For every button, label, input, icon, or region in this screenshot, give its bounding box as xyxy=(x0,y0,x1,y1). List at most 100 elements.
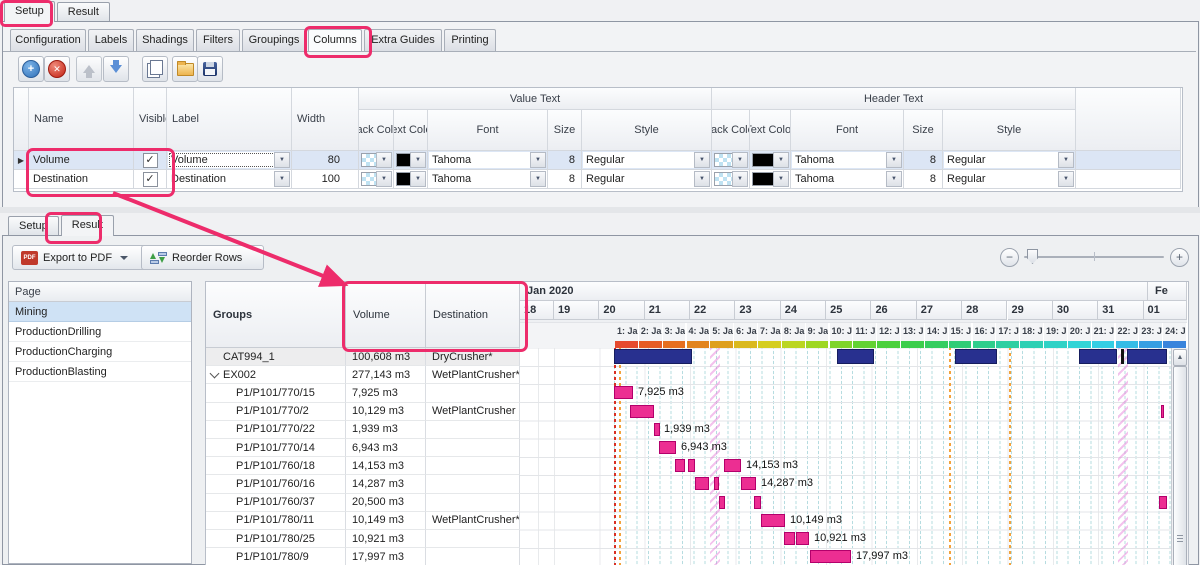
column-header-destination[interactable]: Destination xyxy=(426,282,520,348)
header-text-color-swatch[interactable] xyxy=(752,172,774,186)
column-header-back-color-value-text[interactable]: Back Color xyxy=(359,110,394,151)
header-back-color-swatch[interactable] xyxy=(714,153,733,167)
value-text-color-dropdown-button[interactable]: ▼ xyxy=(410,171,426,187)
gantt-bar[interactable] xyxy=(837,349,874,364)
gantt-bar[interactable] xyxy=(754,496,761,509)
header-font-dropdown-button[interactable]: ▼ xyxy=(886,152,902,168)
header-text-color-dropdown-button[interactable]: ▼ xyxy=(773,171,789,187)
gantt-bar[interactable] xyxy=(695,477,709,490)
gantt-bar[interactable] xyxy=(1079,349,1117,364)
group-cell-p1-p101-770-15[interactable]: P1/P101/770/15 xyxy=(206,384,346,402)
value-style-dropdown-button[interactable]: ▼ xyxy=(694,171,710,187)
open-button[interactable] xyxy=(172,56,198,82)
header-size-value[interactable]: 8 xyxy=(930,154,936,166)
subtab-configuration[interactable]: Configuration xyxy=(10,29,86,51)
setup-grid-row-destination[interactable]: Destination✓Destination▼100▼▼Tahoma▼8Reg… xyxy=(14,170,1181,189)
header-back-color-dropdown-button[interactable]: ▼ xyxy=(732,171,748,187)
header-size-value[interactable]: 8 xyxy=(930,173,936,185)
value-back-color-swatch[interactable] xyxy=(361,153,377,167)
gantt-bar[interactable] xyxy=(659,441,676,454)
column-header-size-header-text[interactable]: Size xyxy=(904,110,943,151)
value-font-editor[interactable]: Tahoma xyxy=(429,171,532,187)
group-cell-p1-p101-770-2[interactable]: P1/P101/770/2 xyxy=(206,403,346,421)
value-font-dropdown-button[interactable]: ▼ xyxy=(530,152,546,168)
column-header-style-header-text[interactable]: Style xyxy=(943,110,1076,151)
subtab-columns[interactable]: Columns xyxy=(308,29,362,51)
label-dropdown-button[interactable]: ▼ xyxy=(274,152,290,168)
gantt-bar[interactable] xyxy=(1159,496,1167,509)
visible-checkbox[interactable]: ✓ xyxy=(143,153,158,168)
gantt-bar[interactable] xyxy=(796,532,809,545)
value-size-value[interactable]: 8 xyxy=(569,154,575,166)
column-header-text-color-value-text[interactable]: Text Color xyxy=(394,110,428,151)
header-font-editor[interactable]: Tahoma xyxy=(792,152,888,168)
gantt-bar[interactable] xyxy=(1127,349,1167,364)
gantt-bar[interactable] xyxy=(675,459,685,472)
value-size-value[interactable]: 8 xyxy=(569,173,575,185)
zoom-out-button[interactable]: − xyxy=(1000,248,1019,267)
column-header-width[interactable]: Width xyxy=(292,88,359,151)
scrollbar-up-button[interactable]: ▲ xyxy=(1173,349,1187,366)
export-to-pdf-button[interactable]: PDF Export to PDF xyxy=(12,245,152,270)
gantt-bar[interactable] xyxy=(1161,405,1164,418)
group-cell-cat994-1[interactable]: CAT994_1 xyxy=(206,348,346,366)
scrollbar-thumb[interactable] xyxy=(1173,366,1187,565)
gantt-bar[interactable] xyxy=(688,459,695,472)
expander-icon[interactable] xyxy=(210,368,220,378)
header-style-dropdown-button[interactable]: ▼ xyxy=(1058,152,1074,168)
column-header-text-color-header-text[interactable]: Text Color xyxy=(750,110,791,151)
header-text-color-swatch[interactable] xyxy=(752,153,774,167)
value-font-dropdown-button[interactable]: ▼ xyxy=(530,171,546,187)
gantt-bar[interactable] xyxy=(741,477,756,490)
value-font-editor[interactable]: Tahoma xyxy=(429,152,532,168)
value-style-editor[interactable]: Regular xyxy=(583,171,696,187)
vertical-scrollbar[interactable]: ▲ xyxy=(1171,348,1188,565)
subtab-printing[interactable]: Printing xyxy=(444,29,496,51)
group-cell-p1-p101-770-14[interactable]: P1/P101/770/14 xyxy=(206,439,346,457)
column-header-back-color-header-text[interactable]: Back Color xyxy=(712,110,750,151)
subtab-groupings[interactable]: Groupings xyxy=(242,29,306,51)
subtab-shadings[interactable]: Shadings xyxy=(136,29,194,51)
column-header-volume[interactable]: Volume xyxy=(346,282,426,348)
group-cell-p1-p101-780-25[interactable]: P1/P101/780/25 xyxy=(206,530,346,548)
value-back-color-swatch[interactable] xyxy=(361,172,377,186)
header-style-editor[interactable]: Regular xyxy=(944,171,1060,187)
header-font-dropdown-button[interactable]: ▼ xyxy=(886,171,902,187)
gantt-bar[interactable] xyxy=(784,532,795,545)
gantt-bar[interactable] xyxy=(719,496,725,509)
zoom-slider-thumb[interactable] xyxy=(1027,249,1038,264)
sidebar-item-productiondrilling[interactable]: ProductionDrilling xyxy=(9,322,191,342)
header-text-color-dropdown-button[interactable]: ▼ xyxy=(773,152,789,168)
setup-grid-row-volume[interactable]: ▶Volume✓Volume▼80▼▼Tahoma▼8Regular▼▼▼Tah… xyxy=(14,151,1181,170)
group-cell-p1-p101-760-37[interactable]: P1/P101/760/37 xyxy=(206,494,346,512)
subtab-labels[interactable]: Labels xyxy=(88,29,134,51)
gantt-bar[interactable] xyxy=(614,386,633,399)
value-back-color-dropdown-button[interactable]: ▼ xyxy=(376,171,392,187)
visible-checkbox[interactable]: ✓ xyxy=(143,172,158,187)
value-text-color-swatch[interactable] xyxy=(396,172,411,186)
gantt-bar[interactable] xyxy=(810,550,851,563)
gantt-bar[interactable] xyxy=(630,405,654,418)
header-back-color-dropdown-button[interactable]: ▼ xyxy=(732,152,748,168)
subtab-extra-guides[interactable]: Extra Guides xyxy=(364,29,442,51)
gantt-bar[interactable] xyxy=(614,349,692,364)
group-cell-p1-p101-760-18[interactable]: P1/P101/760/18 xyxy=(206,457,346,475)
value-style-editor[interactable]: Regular xyxy=(583,152,696,168)
column-header-font-header-text[interactable]: Font xyxy=(791,110,904,151)
group-cell-ex002[interactable]: EX002 xyxy=(206,366,346,384)
value-text-color-swatch[interactable] xyxy=(396,153,411,167)
header-style-dropdown-button[interactable]: ▼ xyxy=(1058,171,1074,187)
column-header-label[interactable]: Label xyxy=(167,88,292,151)
result-panel-tab-result[interactable]: Result xyxy=(61,215,114,236)
add-button[interactable]: + xyxy=(18,56,44,82)
label-dropdown-button[interactable]: ▼ xyxy=(274,171,290,187)
column-header-name[interactable]: Name xyxy=(29,88,134,151)
save-button[interactable] xyxy=(197,56,223,82)
width-value[interactable]: 80 xyxy=(328,154,340,166)
value-back-color-dropdown-button[interactable]: ▼ xyxy=(376,152,392,168)
copy-button[interactable] xyxy=(142,56,168,82)
value-style-dropdown-button[interactable]: ▼ xyxy=(694,152,710,168)
label-editor[interactable]: Volume xyxy=(168,152,276,168)
label-editor[interactable]: Destination xyxy=(168,171,276,187)
result-panel-tab-setup[interactable]: Setup xyxy=(8,216,59,236)
